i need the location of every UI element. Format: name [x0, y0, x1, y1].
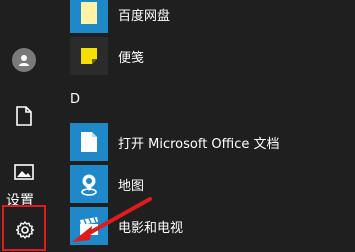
annotation-arrow — [72, 197, 152, 242]
